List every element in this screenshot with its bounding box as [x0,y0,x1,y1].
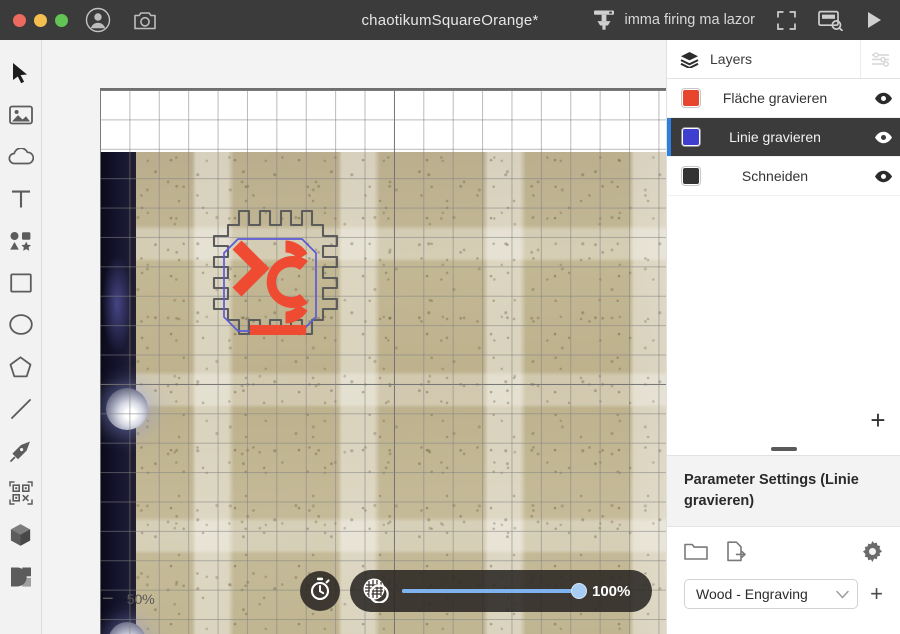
panel-resize-divider[interactable] [667,442,900,456]
layer-name-label: Fläche gravieren [722,90,828,106]
pen-tool[interactable] [0,432,42,474]
stopwatch-icon [309,577,331,605]
canvas-floating-controls: 100% [300,570,652,612]
layers-panel-title: Layers [710,51,753,67]
material-overlay-icon[interactable] [360,575,390,608]
zoom-out-button[interactable]: − [102,589,114,609]
minimize-window-button[interactable] [34,13,47,27]
line-tool[interactable] [0,390,42,432]
design-object-chip-logo[interactable] [188,205,352,365]
layer-row-linie-gravieren[interactable]: Linie gravieren [667,118,900,157]
shapes-group-icon [9,231,33,256]
titlebar-right-controls: imma firing ma lazor [591,9,900,31]
text-t-icon [10,188,32,215]
window-traffic-lights [13,13,68,27]
shape-merge-icon [9,566,33,593]
layer-row-flaeche-gravieren[interactable]: Fläche gravieren [667,79,900,118]
zoom-level-label[interactable]: 50% [127,591,155,607]
image-tool[interactable] [0,96,42,138]
machine-name-label: imma firing ma lazor [624,12,755,28]
file-export-icon[interactable] [726,541,746,567]
eye-visible-icon[interactable] [866,131,900,144]
close-window-button[interactable] [13,13,26,27]
image-icon [8,105,33,130]
left-toolbar [0,40,42,634]
cube-3d-icon [9,523,32,552]
box-tool[interactable] [0,516,42,558]
material-opacity-slider-group: 100% [350,570,652,612]
material-preset-value: Wood - Engraving [696,586,808,603]
opacity-slider[interactable] [402,583,587,599]
preview-screen-icon[interactable] [818,10,843,31]
add-layer-button[interactable]: + [856,398,900,442]
pentagon-icon [9,355,32,383]
drag-handle[interactable] [770,446,797,451]
cloud-tool[interactable] [0,138,42,180]
estimate-time-button[interactable] [300,571,340,611]
line-icon [10,398,32,425]
chevron-down-icon [836,586,849,602]
polygon-tool[interactable] [0,348,42,390]
layer-color-swatch[interactable] [682,128,700,146]
opacity-slider-handle[interactable] [571,583,587,599]
camera-icon[interactable] [133,10,157,31]
canvas-grid [100,90,666,634]
canvas-grid-top-overlay [100,90,666,152]
eye-visible-icon[interactable] [866,92,900,105]
right-panel: Layers Fläche gravieren Linie gravieren … [666,40,900,634]
work-area[interactable]: Resolution: 250 DPI [100,88,666,634]
shapes-tool[interactable] [0,222,42,264]
layer-name-label: Schneiden [741,168,809,184]
parameter-settings-header: Parameter Settings (Linie gravieren) [667,456,900,528]
circle-icon [8,314,33,340]
rectangle-tool[interactable] [0,264,42,306]
frame-bounds-icon[interactable] [777,10,796,30]
add-preset-button[interactable]: + [870,583,883,605]
layer-color-swatch[interactable] [682,89,700,107]
folder-open-icon[interactable] [684,542,708,566]
qrcode-tool[interactable] [0,474,42,516]
parameter-settings-body: Wood - Engraving + Power 20 ▲▼ [667,527,900,634]
qr-code-icon [8,480,33,510]
pen-nib-icon [9,440,32,467]
layers-panel-header: Layers [667,40,900,79]
maximize-window-button[interactable] [55,13,68,27]
laser-app-window: chaotikumSquareOrange* imma firing ma la… [0,0,900,634]
eye-visible-icon[interactable] [866,170,900,183]
play-icon[interactable] [865,10,884,30]
layer-settings-sliders-icon[interactable] [860,40,900,78]
opacity-slider-fill [402,589,580,593]
layer-color-swatch[interactable] [682,167,700,185]
parameter-toolbar [684,541,883,567]
layers-stack-icon [680,51,699,68]
gear-icon[interactable] [862,541,883,567]
cloud-icon [8,147,34,170]
zoom-control: − 50% [102,589,155,609]
parameter-settings-title: Parameter Settings (Linie gravieren) [684,472,859,509]
boolean-tool[interactable] [0,558,42,600]
account-circle-icon[interactable] [85,7,111,33]
select-tool[interactable] [0,54,42,96]
layer-list: Fläche gravieren Linie gravieren Schneid… [667,79,900,442]
title-bar: chaotikumSquareOrange* imma firing ma la… [0,0,900,40]
canvas-area[interactable]: Resolution: 250 DPI − 50% [42,40,666,634]
layer-name-label: Linie gravieren [729,129,821,145]
cursor-arrow-icon [11,62,31,89]
layer-row-schneiden[interactable]: Schneiden [667,157,900,196]
material-preset-select[interactable]: Wood - Engraving [684,579,859,610]
laser-head-icon [591,9,617,31]
opacity-value-label: 100% [592,582,631,600]
text-tool[interactable] [0,180,42,222]
rectangle-icon [9,272,32,298]
preset-selector-row: Wood - Engraving + [684,579,883,610]
ellipse-tool[interactable] [0,306,42,348]
